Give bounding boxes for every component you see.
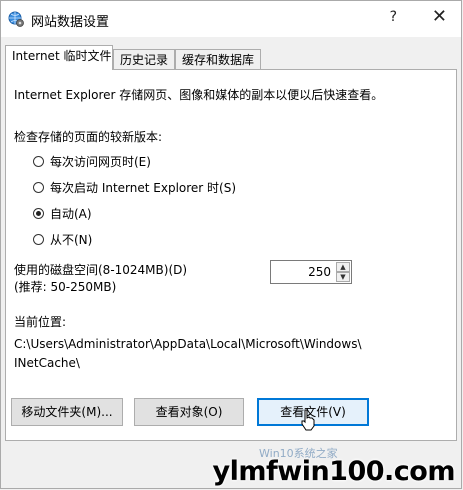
location-path-line1: C:\Users\Administrator\AppData\Local\Mic… (14, 337, 362, 351)
radio-indicator[interactable] (33, 208, 44, 219)
tab-temp-files[interactable]: Internet 临时文件 (5, 45, 113, 70)
watermark-text: ylmfwin100.com (212, 456, 456, 487)
current-location-label: 当前位置: (14, 315, 67, 329)
radio-label: 自动(A) (50, 207, 92, 221)
radio-indicator[interactable] (33, 234, 44, 245)
window-title: 网站数据设置 (31, 15, 110, 30)
disk-space-recommended: (推荐: 50-250MB) (14, 280, 117, 294)
current-location-path: C:\Users\Administrator\AppData\Local\Mic… (14, 335, 444, 373)
close-button[interactable]: ✕ (432, 6, 447, 27)
radio-indicator[interactable] (33, 182, 44, 193)
title-bar[interactable]: 网站数据设置 ? ✕ (1, 1, 461, 37)
help-button[interactable]: ? (390, 9, 397, 25)
description-text: Internet Explorer 存储网页、图像和媒体的副本以便以后快速查看。 (14, 88, 384, 102)
settings-globe-icon (8, 11, 24, 27)
disk-space-range: 使用的磁盘空间(8-1024MB)(D) (14, 263, 188, 277)
stepper-up-icon[interactable]: ▲ (336, 262, 350, 272)
move-folder-button[interactable]: 移动文件夹(M)... (11, 398, 123, 426)
settings-dialog: 网站数据设置 ? ✕ Internet 临时文件 历史记录 缓存和数据库 Int… (0, 0, 462, 489)
disk-space-input[interactable]: 250 (308, 265, 331, 279)
radio-indicator[interactable] (33, 156, 44, 167)
location-path-line2: INetCache\ (14, 356, 80, 370)
tab-panel: Internet Explorer 存储网页、图像和媒体的副本以便以后快速查看。… (5, 69, 457, 441)
check-versions-label: 检查存储的页面的较新版本: (14, 130, 163, 144)
radio-label: 每次访问网页时(E) (50, 155, 151, 169)
disk-space-stepper[interactable]: 250 ▲ ▼ (270, 260, 352, 284)
tab-caches-databases[interactable]: 缓存和数据库 (175, 49, 261, 69)
mouse-cursor-icon (301, 409, 315, 431)
view-objects-button[interactable]: 查看对象(O) (134, 398, 244, 426)
radio-label: 每次启动 Internet Explorer 时(S) (50, 181, 237, 195)
stepper-down-icon[interactable]: ▼ (336, 272, 350, 282)
radio-label: 从不(N) (50, 233, 93, 247)
watermark: Win10系统之家 ylmfwin100.com (213, 443, 461, 489)
tab-history[interactable]: 历史记录 (113, 49, 175, 69)
disk-space-label: 使用的磁盘空间(8-1024MB)(D) (推荐: 50-250MB) (14, 262, 187, 296)
